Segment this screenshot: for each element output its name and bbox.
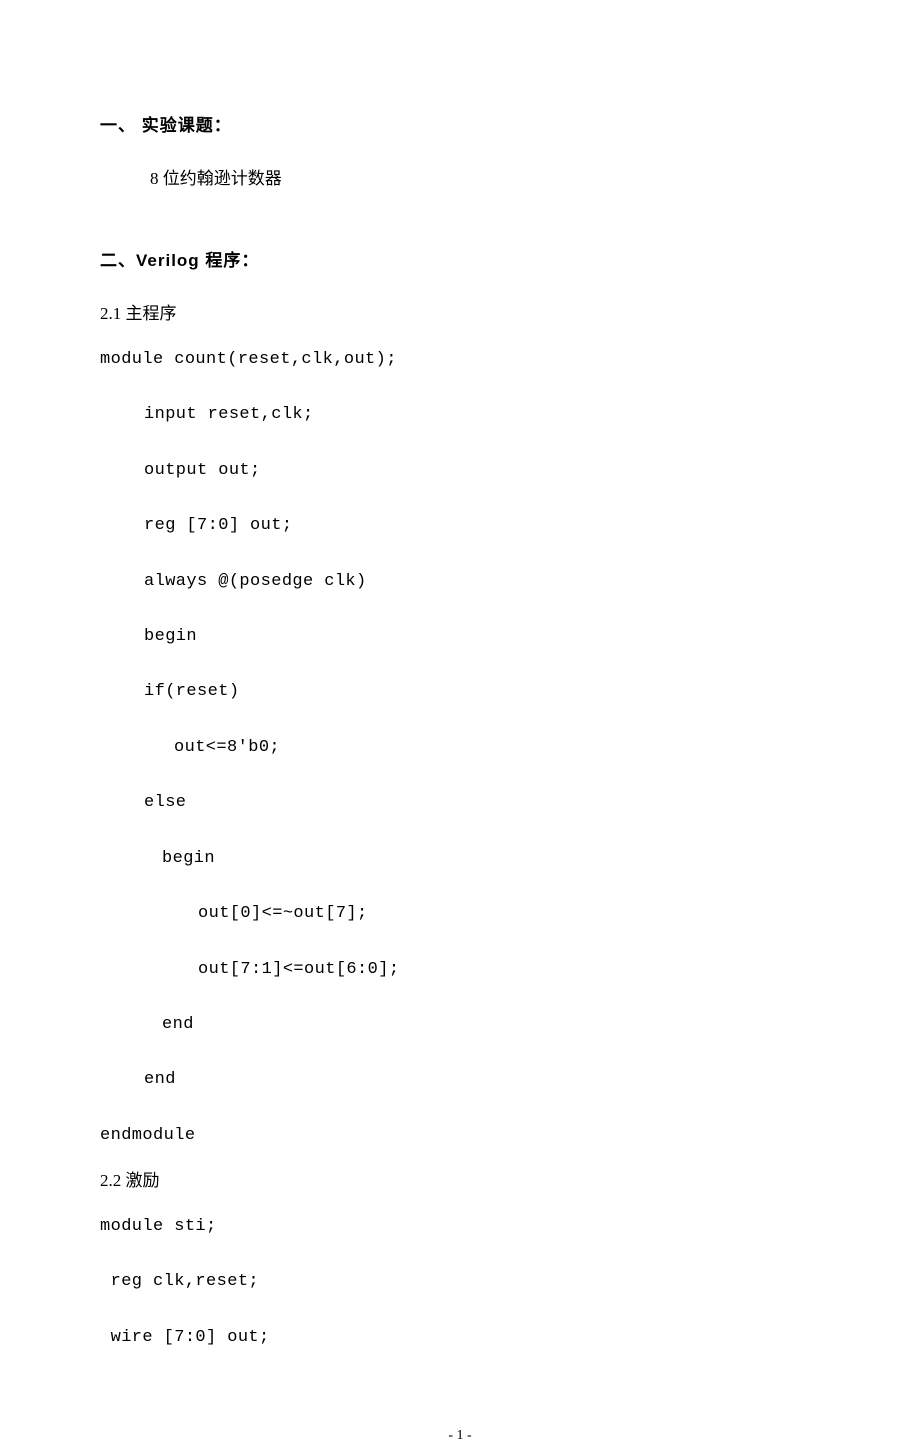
- code-line: module sti;: [100, 1211, 820, 1242]
- code-line: else: [144, 787, 820, 818]
- code-line: reg clk,reset;: [100, 1266, 820, 1297]
- code-line: endmodule: [100, 1120, 820, 1151]
- code-line: reg [7:0] out;: [144, 510, 820, 541]
- code-line: wire [7:0] out;: [100, 1322, 820, 1353]
- code-line: out<=8'b0;: [174, 732, 820, 763]
- code-line: if(reset): [144, 676, 820, 707]
- code-line: module count(reset,clk,out);: [100, 344, 820, 375]
- subsection-2-2-title: 2.2 激励: [100, 1165, 820, 1196]
- page-number: - 1 -: [0, 1423, 920, 1449]
- code-line: output out;: [144, 455, 820, 486]
- code-line: always @(posedge clk): [144, 566, 820, 597]
- section-1-content: 8 位约翰逊计数器: [150, 163, 820, 194]
- section-2-heading: 二、Verilog 程序：: [100, 245, 820, 276]
- section-1-heading: 一、 实验课题：: [100, 110, 820, 141]
- subsection-2-1-title: 2.1 主程序: [100, 298, 820, 329]
- code-line: input reset,clk;: [144, 399, 820, 430]
- code-line: begin: [144, 621, 820, 652]
- code-line: out[7:1]<=out[6:0];: [198, 954, 820, 985]
- code-line: out[0]<=~out[7];: [198, 898, 820, 929]
- code-line: end: [144, 1064, 820, 1095]
- code-line: end: [162, 1009, 820, 1040]
- code-line: begin: [162, 843, 820, 874]
